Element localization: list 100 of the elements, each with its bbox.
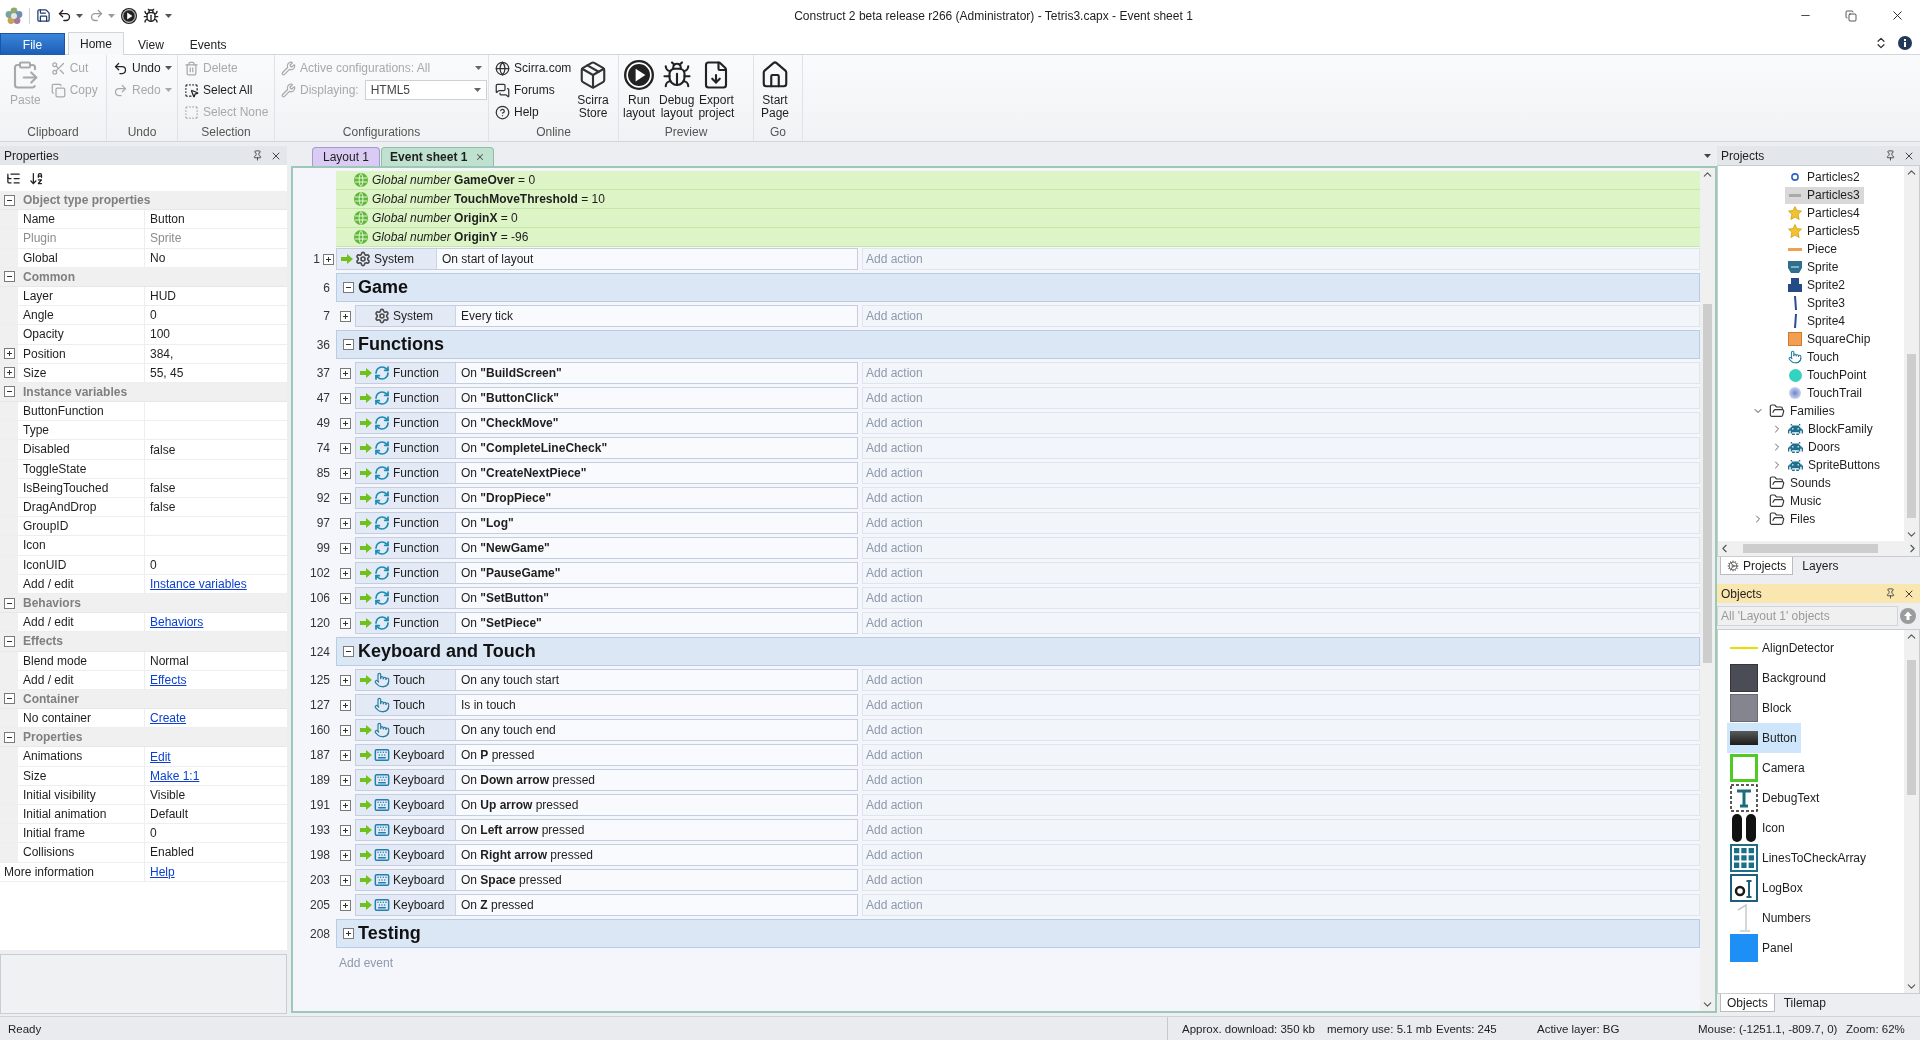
ribbon-button[interactable]: Help xyxy=(493,101,574,123)
app-logo-icon[interactable] xyxy=(5,6,23,25)
ribbon-button[interactable]: Debug layout xyxy=(657,57,697,120)
property-link[interactable]: Create xyxy=(150,711,187,726)
tree-item[interactable]: BlockFamily xyxy=(1785,420,1877,438)
section-header[interactable]: Common xyxy=(0,267,287,287)
plus-box-icon[interactable] xyxy=(340,417,351,429)
ribbon-button[interactable]: Run layout xyxy=(621,57,657,120)
condition-block[interactable]: System On start of layout xyxy=(336,248,858,270)
tree-item[interactable]: Touch xyxy=(1785,348,1844,366)
condition-block[interactable]: Keyboard On Left arrow pressed xyxy=(355,819,858,841)
condition-block[interactable]: Function On "DropPiece" xyxy=(355,487,858,509)
property-value[interactable]: 0 xyxy=(150,308,157,323)
ribbon-button[interactable]: Export project xyxy=(696,57,737,120)
condition-block[interactable]: Function On "ButtonClick" xyxy=(355,387,858,409)
minus-box-icon[interactable] xyxy=(343,339,354,350)
plus-box-icon[interactable] xyxy=(340,874,351,886)
tree-item[interactable]: Sprite3 xyxy=(1785,294,1850,312)
section-header[interactable]: Instance variables xyxy=(0,382,287,403)
ribbon-button[interactable]: Scirra.com xyxy=(493,57,574,79)
scroll-thumb[interactable] xyxy=(1907,353,1916,518)
condition-block[interactable]: Function On "CompleteLineCheck" xyxy=(355,437,858,459)
property-value[interactable]: 0 xyxy=(150,826,157,841)
scrollbar[interactable] xyxy=(1904,630,1919,993)
tree-item[interactable]: Particles4 xyxy=(1785,204,1864,222)
tree-item[interactable]: Particles2 xyxy=(1785,168,1864,186)
up-arrow-circle-icon[interactable] xyxy=(1900,608,1916,624)
plus-box-icon[interactable] xyxy=(340,617,351,629)
property-value[interactable]: Button xyxy=(150,212,185,227)
property-link[interactable]: Help xyxy=(150,864,175,879)
condition-block[interactable]: System Every tick xyxy=(355,305,858,327)
minus-box-icon[interactable] xyxy=(343,282,354,293)
document-tab[interactable]: Event sheet 1 xyxy=(381,147,495,166)
condition-block[interactable]: Keyboard On Right arrow pressed xyxy=(355,844,858,866)
property-value[interactable]: false xyxy=(150,480,176,495)
object-item[interactable]: AlignDetector xyxy=(1727,633,1839,663)
object-item[interactable]: DebugText xyxy=(1727,783,1824,813)
ribbon-tab[interactable]: View xyxy=(126,33,176,55)
ribbon-tab[interactable]: File xyxy=(0,33,65,55)
condition-block[interactable]: Touch Is in touch xyxy=(355,694,858,716)
object-item[interactable]: Camera xyxy=(1727,753,1809,783)
tree-item[interactable]: Music xyxy=(1766,492,1826,510)
condition-block[interactable]: Function On "CreateNextPiece" xyxy=(355,462,858,484)
condition-block[interactable]: Function On "NewGame" xyxy=(355,537,858,559)
condition-block[interactable]: Touch On any touch end xyxy=(355,719,858,741)
object-item[interactable]: LogBox xyxy=(1727,873,1807,903)
condition-block[interactable]: Function On "SetButton" xyxy=(355,587,858,609)
minus-box-icon[interactable] xyxy=(3,271,15,283)
property-link[interactable]: Effects xyxy=(150,672,187,687)
scrollbar[interactable] xyxy=(1700,168,1715,1011)
property-value[interactable]: Normal xyxy=(150,653,189,668)
property-link[interactable]: Behaviors xyxy=(150,615,204,630)
tree-item[interactable]: Sprite4 xyxy=(1785,312,1850,330)
property-value[interactable]: 100 xyxy=(150,327,171,342)
minus-box-icon[interactable] xyxy=(3,597,15,609)
object-item[interactable]: Button xyxy=(1727,723,1801,753)
plus-box-icon[interactable] xyxy=(340,674,351,686)
global-variable-row[interactable]: Global number GameOver = 0 xyxy=(336,171,1700,190)
property-link[interactable]: Make 1:1 xyxy=(150,768,200,783)
document-tab[interactable]: Layout 1 xyxy=(312,147,381,166)
tree-item[interactable]: Files xyxy=(1766,510,1820,528)
property-value[interactable]: Visible xyxy=(150,787,186,802)
minus-box-icon[interactable] xyxy=(3,386,15,398)
condition-block[interactable]: Function On "CheckMove" xyxy=(355,412,858,434)
object-item[interactable]: Numbers xyxy=(1727,903,1815,933)
condition-block[interactable]: Function On "SetPiece" xyxy=(355,612,858,634)
ribbon-tab[interactable]: Home xyxy=(68,32,124,55)
minus-box-icon[interactable] xyxy=(343,646,354,657)
tree-item[interactable]: TouchPoint xyxy=(1785,366,1871,384)
tree-item[interactable]: SpriteButtons xyxy=(1785,456,1885,474)
property-link[interactable]: Edit xyxy=(150,749,171,764)
plus-box-icon[interactable] xyxy=(340,567,351,579)
tree-item[interactable]: SquareChip xyxy=(1785,330,1875,348)
section-header[interactable]: Effects xyxy=(0,632,287,652)
plus-box-icon[interactable] xyxy=(340,392,351,404)
bug-icon[interactable] xyxy=(143,7,159,24)
section-header[interactable]: Object type properties xyxy=(0,191,287,211)
condition-block[interactable]: Keyboard On P pressed xyxy=(355,744,858,766)
condition-block[interactable]: Keyboard On Down arrow pressed xyxy=(355,769,858,791)
tree-item[interactable]: Families xyxy=(1766,402,1839,420)
property-value[interactable]: 55, 45 xyxy=(150,365,184,380)
property-value[interactable]: Enabled xyxy=(150,845,195,860)
plus-box-icon[interactable] xyxy=(340,542,351,554)
categorized-list-icon[interactable] xyxy=(6,170,21,186)
object-item[interactable]: LinesToCheckArray xyxy=(1727,843,1871,873)
save-icon[interactable] xyxy=(36,8,51,23)
condition-block[interactable]: Keyboard On Up arrow pressed xyxy=(355,794,858,816)
panel-tab[interactable]: Layers xyxy=(1795,557,1846,575)
minus-box-icon[interactable] xyxy=(3,194,15,206)
property-value[interactable]: false xyxy=(150,442,176,457)
section-header[interactable]: Properties xyxy=(0,728,287,748)
ribbon-button[interactable]: Forums xyxy=(493,79,574,101)
tree-item[interactable]: Doors xyxy=(1785,438,1844,456)
tree-item[interactable]: Sounds xyxy=(1766,474,1835,492)
global-variable-row[interactable]: Global number OriginY = -96 xyxy=(336,228,1700,247)
minus-box-icon[interactable] xyxy=(3,731,15,743)
pin-icon[interactable] xyxy=(1885,150,1896,161)
object-item[interactable]: Icon xyxy=(1727,813,1789,843)
play-icon[interactable] xyxy=(121,7,137,24)
panel-tab[interactable]: Projects xyxy=(1720,557,1794,575)
